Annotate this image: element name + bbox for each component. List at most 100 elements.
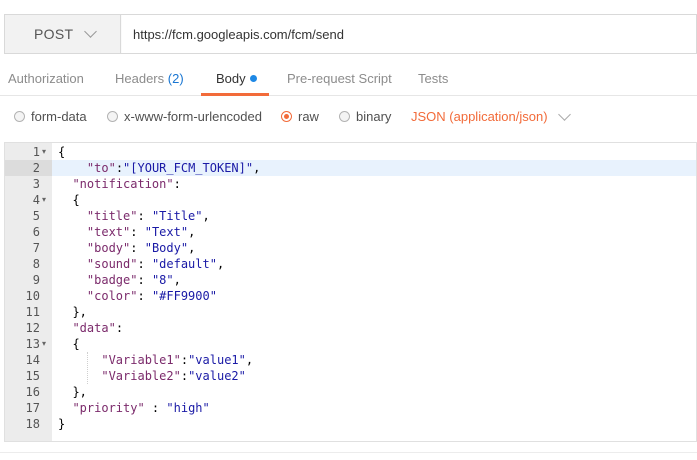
code-text: "to":"[YOUR_FCM_TOKEN]", <box>58 160 260 176</box>
tab-label: Body <box>216 71 246 86</box>
tab-authorization[interactable]: Authorization <box>8 71 84 96</box>
code-line[interactable]: 3 "notification": <box>5 176 696 192</box>
code-line[interactable]: 8 "sound": "default", <box>5 256 696 272</box>
json-key: "sound" <box>86 257 138 271</box>
tab-label: Pre-request Script <box>287 71 392 86</box>
radio-raw[interactable]: raw <box>281 109 319 124</box>
tab-tests[interactable]: Tests <box>418 71 448 96</box>
radio-label: raw <box>298 109 319 124</box>
json-punctuation: : <box>130 225 145 239</box>
code-line[interactable]: 10 "color": "#FF9900" <box>5 288 696 304</box>
radio-x-www-form-urlencoded[interactable]: x-www-form-urlencoded <box>107 109 262 124</box>
method-label: POST <box>34 26 74 42</box>
radio-button-checked[interactable] <box>281 111 292 122</box>
json-punctuation: { <box>72 337 80 351</box>
json-string: "default" <box>151 257 217 271</box>
json-punctuation: , <box>188 241 196 255</box>
json-string: "high" <box>166 401 210 415</box>
code-text: "text": "Text", <box>58 224 195 240</box>
json-punctuation: , <box>253 161 261 175</box>
code-text: "title": "Title", <box>58 208 210 224</box>
radio-label: binary <box>356 109 392 124</box>
fold-arrow-icon[interactable]: ▾ <box>42 192 46 208</box>
code-text: "badge": "8", <box>58 272 181 288</box>
tab-pre-request-script[interactable]: Pre-request Script <box>287 71 392 96</box>
code-text: "notification": <box>58 176 181 192</box>
json-key: "title" <box>86 209 138 223</box>
json-punctuation: : <box>137 257 152 271</box>
method-dropdown[interactable]: POST <box>5 15 121 53</box>
line-number: 7 <box>32 241 40 255</box>
json-punctuation: , <box>188 225 196 239</box>
fold-arrow-icon[interactable]: ▾ <box>42 336 46 352</box>
code-line[interactable]: 17 "priority" : "high" <box>5 400 696 416</box>
json-key: "to" <box>86 161 116 175</box>
code-editor[interactable]: 1 ▾{2 "to":"[YOUR_FCM_TOKEN]", 3 "notifica… <box>4 142 697 442</box>
dot-icon <box>249 75 257 82</box>
line-number: 18 <box>25 417 40 431</box>
code-line[interactable]: 4 ▾ { <box>5 192 696 208</box>
json-key: "badge" <box>86 273 138 287</box>
line-number: 16 <box>25 385 40 399</box>
code-line[interactable]: 6 "text": "Text", <box>5 224 696 240</box>
content-type-label: JSON (application/json) <box>411 109 548 124</box>
radio-form-data[interactable]: form-data <box>14 109 87 124</box>
json-punctuation: , <box>202 209 210 223</box>
code-line[interactable]: 9 "badge": "8", <box>5 272 696 288</box>
json-punctuation: : <box>173 177 181 191</box>
json-key: "data" <box>72 321 116 335</box>
code-line[interactable]: 12 "data": <box>5 320 696 336</box>
radio-button[interactable] <box>339 111 350 122</box>
line-number: 10 <box>25 289 40 303</box>
code-line[interactable]: 18} <box>5 416 696 432</box>
request-bar: POST https://fcm.googleapis.com/fcm/send <box>4 14 697 54</box>
code-line[interactable]: 14 "Variable1":"value1", <box>5 352 696 368</box>
json-punctuation: , <box>216 257 225 271</box>
json-string: "value2" <box>188 369 246 383</box>
radio-label: x-www-form-urlencoded <box>124 109 262 124</box>
line-number: 12 <box>25 321 40 335</box>
json-punctuation: , <box>245 353 254 367</box>
url-input[interactable]: https://fcm.googleapis.com/fcm/send <box>122 15 696 53</box>
json-punctuation: } <box>58 417 66 431</box>
radio-button[interactable] <box>14 111 25 122</box>
line-number: 15 <box>25 369 40 383</box>
json-string: "[YOUR_FCM_TOKEN]" <box>123 161 254 175</box>
line-number: 8 <box>32 257 40 271</box>
code-text: { <box>58 144 65 160</box>
code-line[interactable]: 11 }, <box>5 304 696 320</box>
code-line[interactable]: 7 "body": "Body", <box>5 240 696 256</box>
json-punctuation: : <box>137 289 152 303</box>
line-number: 9 <box>32 273 40 287</box>
code-text: "priority" : "high" <box>58 400 210 416</box>
json-punctuation: { <box>72 193 80 207</box>
fold-arrow-icon[interactable]: ▾ <box>42 144 46 160</box>
radio-button[interactable] <box>107 111 118 122</box>
code-line[interactable]: 1 ▾{ <box>5 144 696 160</box>
code-text: }, <box>58 384 86 400</box>
line-number: 6 <box>32 225 40 239</box>
code-text: }, <box>58 304 86 320</box>
json-key: "body" <box>86 241 131 255</box>
content-type-dropdown[interactable]: JSON (application/json) <box>411 107 571 124</box>
code-text: "color": "#FF9900" <box>58 288 217 304</box>
code-line[interactable]: 13 ▾ { <box>5 336 696 352</box>
code-text: { <box>58 336 80 352</box>
code-line[interactable]: 15 "Variable2":"value2" <box>5 368 696 384</box>
code-line[interactable]: 5 "title": "Title", <box>5 208 696 224</box>
json-key: "color" <box>86 289 138 303</box>
tab-headers[interactable]: Headers (2) <box>115 71 184 96</box>
code-text: "sound": "default", <box>58 256 224 272</box>
json-string: "Text" <box>144 225 189 239</box>
json-punctuation: : <box>137 273 152 287</box>
indent-guide <box>86 352 88 384</box>
radio-label: form-data <box>31 109 87 124</box>
code-line[interactable]: 2 "to":"[YOUR_FCM_TOKEN]", <box>5 160 696 176</box>
json-string: "Body" <box>144 241 189 255</box>
body-type-selector: form-data x-www-form-urlencoded raw bina… <box>0 106 697 128</box>
json-punctuation: : <box>180 353 189 367</box>
tab-label: Tests <box>418 71 449 86</box>
tab-label: Headers <box>115 71 165 86</box>
code-line[interactable]: 16 }, <box>5 384 696 400</box>
radio-binary[interactable]: binary <box>339 109 391 124</box>
